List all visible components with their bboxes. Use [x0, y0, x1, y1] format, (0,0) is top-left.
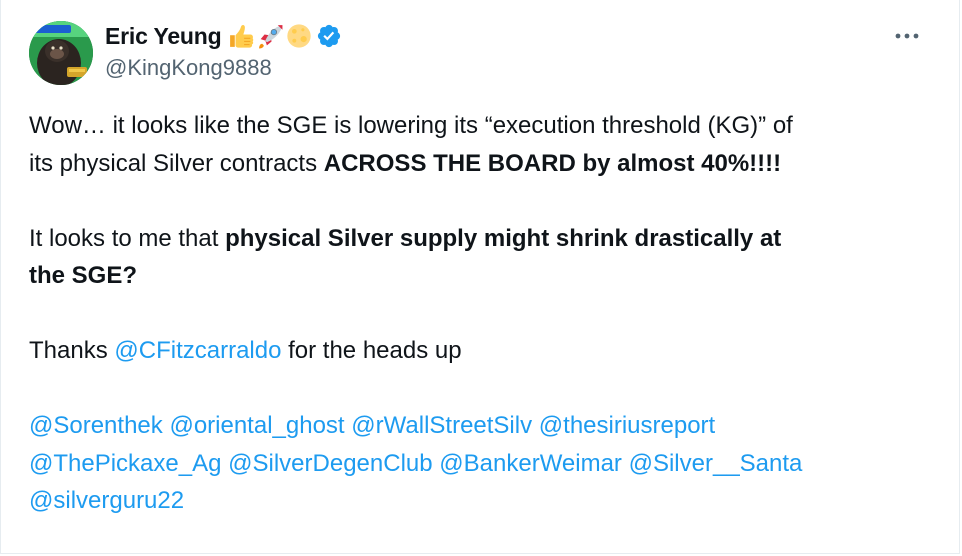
- paragraph-3: Thanks @CFitzcarraldo for the heads up: [29, 337, 462, 364]
- mention-link[interactable]: @Silver__Santa: [629, 450, 803, 477]
- mention-link[interactable]: @CFitzcarraldo: [114, 337, 281, 364]
- paragraph-1: Wow… it looks like the SGE is lowering i…: [29, 112, 793, 177]
- mention-link[interactable]: @SilverDegenClub: [228, 450, 432, 477]
- author-display-name[interactable]: Eric Yeung: [105, 23, 222, 50]
- author-handle[interactable]: @KingKong9888: [105, 55, 272, 81]
- mention-link[interactable]: @oriental_ghost: [169, 412, 344, 439]
- rocket-icon: [259, 25, 283, 49]
- thumbs-up-icon: [230, 25, 254, 48]
- mention-link[interactable]: @silverguru22: [29, 487, 184, 514]
- paragraph-2: It looks to me that physical Silver supp…: [29, 224, 782, 290]
- mention-link[interactable]: @BankerWeimar: [439, 450, 622, 477]
- tweet-text: Wow… it looks like the SGE is lowering i…: [29, 107, 929, 520]
- mention-link[interactable]: @thesiriusreport: [539, 412, 715, 439]
- mention-link[interactable]: @ThePickaxe_Ag: [29, 450, 221, 477]
- author-avatar[interactable]: [29, 21, 93, 85]
- gorilla-avatar-image: [29, 21, 93, 85]
- mentions-paragraph: @Sorenthek @oriental_ghost @rWallStreetS…: [29, 407, 929, 520]
- more-options-button[interactable]: [887, 22, 927, 50]
- tweet-card: Eric Yeung @KingKong9888 Wow… it looks l…: [0, 0, 960, 554]
- mention-link[interactable]: @Sorenthek: [29, 412, 163, 439]
- mention-link[interactable]: @rWallStreetSilv: [351, 412, 532, 439]
- verified-badge-icon: [318, 24, 341, 48]
- name-emojis: [227, 22, 313, 50]
- full-moon-icon: [287, 24, 312, 48]
- bold-claim: ACROSS THE BOARD by almost 40%!!!!: [323, 149, 782, 177]
- author-name-row: Eric Yeung: [105, 20, 342, 52]
- more-horizontal-icon: [895, 33, 919, 39]
